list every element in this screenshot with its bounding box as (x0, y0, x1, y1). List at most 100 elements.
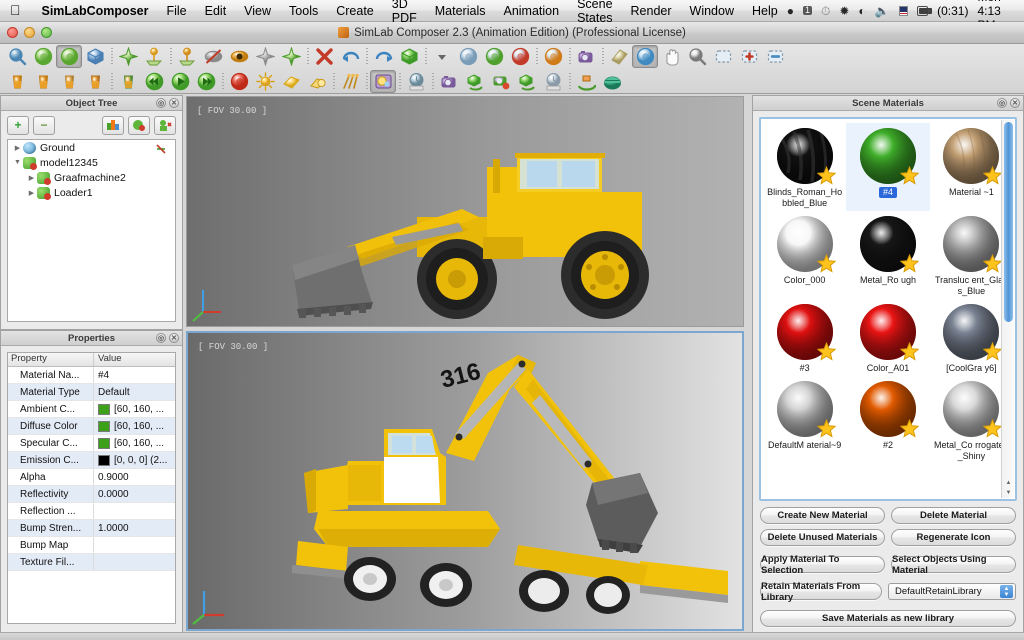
tree-node[interactable]: ▶Loader1 (8, 185, 175, 200)
favorite-star-icon[interactable] (900, 166, 919, 185)
scroll-up-arrow[interactable]: ▲ (1004, 478, 1013, 487)
delete-icon[interactable] (311, 45, 337, 68)
tree-node[interactable]: ▼model12345 (8, 155, 175, 170)
apply-material-to-selection-button[interactable]: Apply Material To Selection (760, 556, 885, 573)
timeline-icon[interactable] (403, 70, 429, 93)
collapse-icon[interactable]: ◎ (156, 333, 166, 343)
window-close-button[interactable] (7, 27, 18, 38)
material-thumbnail[interactable] (942, 127, 1000, 185)
menu-create[interactable]: Create (327, 4, 383, 18)
chevron-down-icon[interactable]: ▼ (12, 159, 23, 166)
select-tool-icon[interactable] (4, 45, 30, 68)
menu-3d-pdf[interactable]: 3D PDF (383, 0, 426, 25)
camera-animation-icon[interactable] (436, 70, 462, 93)
property-value-cell[interactable]: [60, 160, ... (94, 421, 164, 432)
spot-light-icon[interactable] (304, 70, 330, 93)
regenerate-icon-button[interactable]: Regenerate Icon (891, 529, 1016, 546)
save-materials-as-new-library-button[interactable]: Save Materials as new library (760, 610, 1016, 627)
property-row[interactable]: Bump Map (8, 537, 175, 554)
zoom-extents-icon[interactable] (481, 45, 507, 68)
area-light-icon[interactable] (278, 70, 304, 93)
menu-tools[interactable]: Tools (280, 4, 327, 18)
remove-selection-icon[interactable] (762, 45, 788, 68)
material-thumbnail[interactable] (942, 303, 1000, 361)
property-value-cell[interactable]: [0, 0, 0] (2... (94, 455, 167, 466)
color-swatch[interactable] (98, 404, 110, 415)
record-stop-icon[interactable] (226, 70, 252, 93)
remove-object-button[interactable]: − (33, 116, 55, 135)
materials-grid[interactable]: Blinds_Roman_Hobbled_Blue #4 (761, 119, 1015, 468)
show-all-icon[interactable] (128, 116, 150, 135)
menu-file[interactable]: File (157, 4, 195, 18)
stopwatch-icon[interactable] (540, 70, 566, 93)
apple-icon[interactable]:  (0, 3, 33, 17)
move-gizmo-icon[interactable] (56, 45, 82, 68)
close-icon[interactable]: ✕ (169, 98, 179, 108)
render-gallery-icon[interactable] (56, 70, 82, 93)
render-icon[interactable] (30, 70, 56, 93)
material-thumbnail[interactable] (776, 380, 834, 438)
material-thumbnail[interactable] (859, 380, 917, 438)
property-row[interactable]: Alpha0.9000 (8, 469, 175, 486)
property-row[interactable]: Specular C...[60, 160, ... (8, 435, 175, 452)
property-value-cell[interactable]: 1.0000 (94, 523, 129, 534)
property-value-cell[interactable]: 0.0000 (94, 489, 129, 500)
menu-render[interactable]: Render (622, 4, 681, 18)
property-row[interactable]: Material TypeDefault (8, 384, 175, 401)
create-new-material-button[interactable]: Create New Material (760, 507, 885, 524)
material-item[interactable]: Color_000 (763, 211, 846, 299)
undo-icon[interactable] (337, 45, 363, 68)
add-selection-icon[interactable] (736, 45, 762, 68)
favorite-star-icon[interactable] (983, 419, 1002, 438)
menu-materials[interactable]: Materials (426, 4, 495, 18)
material-thumbnail[interactable] (776, 127, 834, 185)
property-value-cell[interactable]: Default (94, 387, 130, 398)
retain-materials-from-library-button[interactable]: Retain Materials From Library (760, 583, 882, 600)
favorite-star-icon[interactable] (900, 342, 919, 361)
materials-scrollbar-thumb[interactable] (1004, 122, 1013, 322)
play-icon[interactable] (167, 70, 193, 93)
select-objects-using-material-button[interactable]: Select Objects Using Material (891, 556, 1016, 573)
property-row[interactable]: Texture Fil... (8, 554, 175, 571)
selection-rect-icon[interactable] (710, 45, 736, 68)
material-thumbnail[interactable] (776, 215, 834, 273)
rewind-icon[interactable] (141, 70, 167, 93)
wifi-icon[interactable]: ◐ (858, 5, 865, 17)
scroll-down-arrow[interactable]: ▼ (1004, 488, 1013, 497)
rotate-scene-icon[interactable] (30, 45, 56, 68)
material-thumbnail[interactable] (859, 303, 917, 361)
menu-view[interactable]: View (235, 4, 280, 18)
property-row[interactable]: Reflection ... (8, 503, 175, 520)
delete-material-button[interactable]: Delete Material (891, 507, 1016, 524)
favorite-star-icon[interactable] (900, 254, 919, 273)
property-row[interactable]: Diffuse Color[60, 160, ... (8, 418, 175, 435)
pan-hand-icon[interactable] (658, 45, 684, 68)
delete-unused-materials-button[interactable]: Delete Unused Materials (760, 529, 885, 546)
fast-forward-icon[interactable] (193, 70, 219, 93)
material-item[interactable]: #3 (763, 299, 846, 376)
menu-scene-states[interactable]: Scene States (568, 0, 621, 25)
magnifier-icon[interactable] (684, 45, 710, 68)
numlock-icon[interactable]: 1 (803, 6, 812, 15)
material-item[interactable]: Color_A01 (846, 299, 929, 376)
group-icon[interactable] (278, 45, 304, 68)
color-swatch[interactable] (98, 438, 110, 449)
light-rays-icon[interactable] (337, 70, 363, 93)
material-item[interactable]: #2 (846, 376, 929, 464)
menu-app-name[interactable]: SimLabComposer (33, 4, 158, 18)
object-tree-list[interactable]: ▶Ground▼model12345▶Graafmachine2▶Loader1 (7, 139, 176, 322)
object-move-icon[interactable] (82, 45, 108, 68)
orbit-icon[interactable] (507, 45, 533, 68)
material-thumbnail[interactable] (942, 215, 1000, 273)
pan-view-icon[interactable] (455, 45, 481, 68)
favorite-star-icon[interactable] (817, 419, 836, 438)
sun-light-icon[interactable] (252, 70, 278, 93)
color-swatch[interactable] (98, 421, 110, 432)
favorite-star-icon[interactable] (817, 254, 836, 273)
bottom-viewport[interactable]: 316 (186, 331, 744, 631)
window-maximize-button[interactable] (41, 27, 52, 38)
render-report-icon[interactable] (115, 70, 141, 93)
environment-icon[interactable] (370, 70, 396, 93)
property-value-cell[interactable]: [60, 160, ... (94, 438, 164, 449)
window-minimize-button[interactable] (24, 27, 35, 38)
